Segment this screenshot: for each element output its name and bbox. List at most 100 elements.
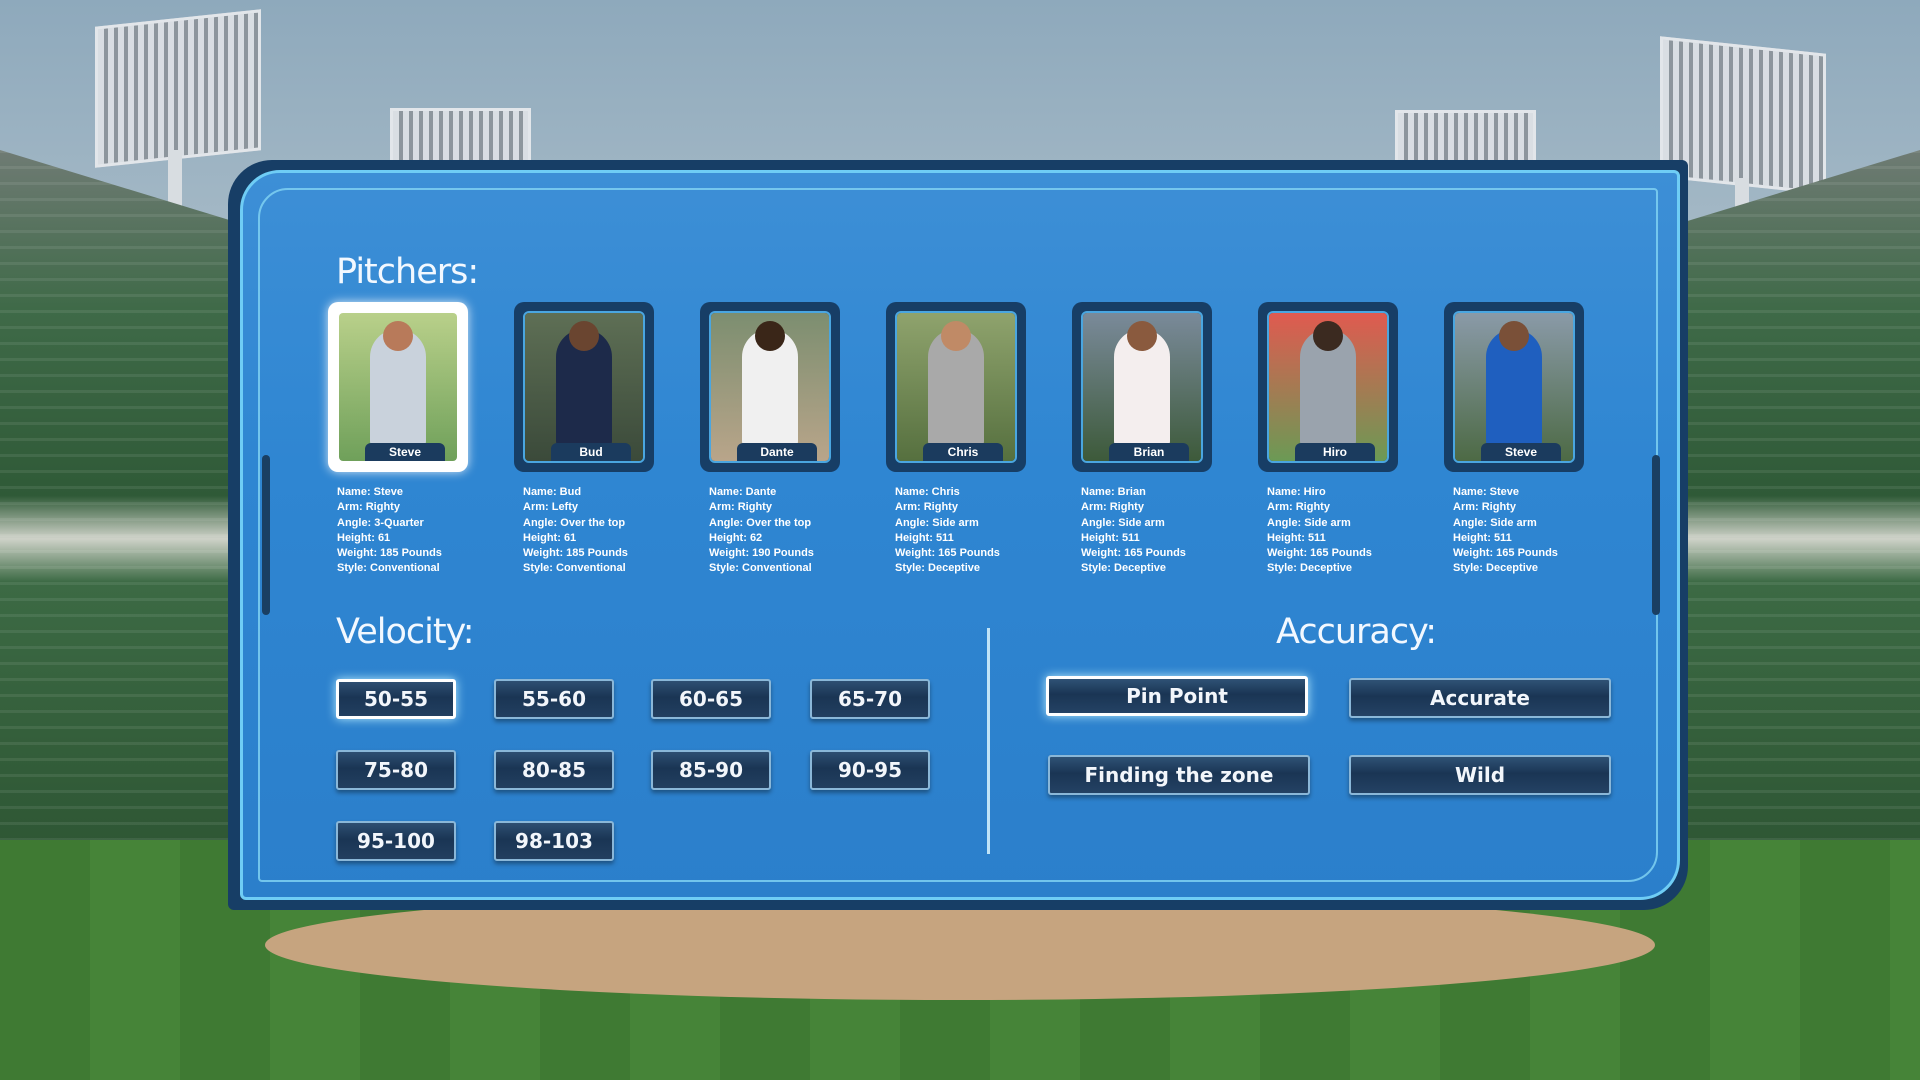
pitcher-name: Name: Bud [523, 486, 582, 498]
pitcher-head-icon [941, 321, 971, 351]
pitcher-weight: Weight: 190 Pounds [709, 547, 814, 560]
velocity-button-80-85[interactable]: 80-85 [494, 750, 614, 790]
pitcher-style: Style: Conventional [337, 562, 440, 575]
pitcher-photo [525, 313, 643, 461]
velocity-button-95-100[interactable]: 95-100 [336, 821, 456, 861]
pitcher-style: Style: Conventional [523, 562, 626, 575]
pitcher-photo-frame: Dante [709, 311, 831, 463]
pitcher-height: Height: 511 [1081, 531, 1140, 544]
panel-side-tab-right [1652, 455, 1660, 615]
pitcher-card-name: Brian [1109, 443, 1189, 461]
pitcher-photo [1269, 313, 1387, 461]
pitcher-card-name: Bud [551, 443, 631, 461]
pitcher-info-6: Name: Hiro Arm: Righty Angle: Side arm Heig… [1267, 485, 1417, 577]
accuracy-button-accurate[interactable]: Accurate [1349, 678, 1611, 718]
pitcher-info-1: Name: Steve Arm: Righty Angle: 3-Quarter He… [337, 485, 487, 577]
pitcher-photo-frame: Bud [523, 311, 645, 463]
pitcher-card-7[interactable]: Steve [1444, 302, 1584, 472]
pitcher-photo [1455, 313, 1573, 461]
pitcher-arm: Arm: Righty [1267, 501, 1330, 514]
pitcher-weight: Weight: 165 Pounds [1267, 547, 1372, 560]
pitcher-photo [339, 313, 457, 461]
pitcher-height: Height: 61 [337, 531, 391, 544]
pitcher-card-name: Dante [737, 443, 817, 461]
velocity-title: Velocity: [336, 612, 475, 652]
stadium-light-icon [95, 9, 261, 168]
pitcher-card-5[interactable]: Brian [1072, 302, 1212, 472]
velocity-button-55-60[interactable]: 55-60 [494, 679, 614, 719]
pitcher-photo [1083, 313, 1201, 461]
pitcher-style: Style: Deceptive [1081, 562, 1166, 575]
velocity-button-50-55[interactable]: 50-55 [336, 679, 456, 719]
pitcher-angle: Angle: Side arm [1267, 516, 1351, 529]
pitcher-photo-frame: Steve [337, 311, 459, 463]
pitcher-name: Name: Steve [1453, 486, 1520, 498]
pitcher-angle: Angle: Side arm [895, 516, 979, 529]
pitcher-card-2[interactable]: Bud [514, 302, 654, 472]
pitcher-arm: Arm: Righty [895, 501, 958, 514]
accuracy-button-wild[interactable]: Wild [1349, 755, 1611, 795]
pitcher-angle: Angle: Over the top [709, 516, 812, 529]
pitcher-card-name: Steve [365, 443, 445, 461]
pitcher-style: Style: Conventional [709, 562, 812, 575]
pitcher-weight: Weight: 165 Pounds [895, 547, 1000, 560]
velocity-button-75-80[interactable]: 75-80 [336, 750, 456, 790]
accuracy-button-finding-the-zone[interactable]: Finding the zone [1048, 755, 1310, 795]
pitcher-weight: Weight: 165 Pounds [1453, 547, 1558, 560]
pitcher-info-2: Name: Bud Arm: Lefty Angle: Over the top He… [523, 485, 673, 577]
pitcher-card-name: Hiro [1295, 443, 1375, 461]
pitcher-height: Height: 511 [895, 531, 954, 544]
pitchers-title: Pitchers: [336, 252, 479, 292]
section-divider [987, 628, 990, 854]
velocity-button-85-90[interactable]: 85-90 [651, 750, 771, 790]
pitcher-height: Height: 511 [1267, 531, 1326, 544]
pitcher-name: Name: Hiro [1267, 486, 1326, 498]
panel-side-tab-left [262, 455, 270, 615]
pitcher-angle: Angle: 3-Quarter [337, 516, 424, 529]
accuracy-title: Accuracy: [1276, 612, 1437, 652]
pitcher-weight: Weight: 185 Pounds [523, 547, 628, 560]
pitcher-name: Name: Brian [1081, 486, 1146, 498]
pitcher-photo-frame: Brian [1081, 311, 1203, 463]
pitcher-info-5: Name: Brian Arm: Righty Angle: Side arm Hei… [1081, 485, 1231, 577]
pitcher-angle: Angle: Side arm [1081, 516, 1165, 529]
pitcher-card-1[interactable]: Steve [328, 302, 468, 472]
pitcher-photo-frame: Chris [895, 311, 1017, 463]
pitcher-weight: Weight: 165 Pounds [1081, 547, 1186, 560]
pitcher-arm: Arm: Righty [1081, 501, 1144, 514]
pitcher-photo [897, 313, 1015, 461]
pitcher-style: Style: Deceptive [1267, 562, 1352, 575]
pitcher-card-4[interactable]: Chris [886, 302, 1026, 472]
velocity-button-90-95[interactable]: 90-95 [810, 750, 930, 790]
pitcher-photo-frame: Hiro [1267, 311, 1389, 463]
pitcher-name: Name: Chris [895, 486, 960, 498]
pitcher-card-name: Steve [1481, 443, 1561, 461]
velocity-button-60-65[interactable]: 60-65 [651, 679, 771, 719]
pitcher-weight: Weight: 185 Pounds [337, 547, 442, 560]
pitcher-head-icon [1499, 321, 1529, 351]
pitcher-name: Name: Dante [709, 486, 777, 498]
pitcher-card-3[interactable]: Dante [700, 302, 840, 472]
pitcher-angle: Angle: Over the top [523, 516, 626, 529]
velocity-button-98-103[interactable]: 98-103 [494, 821, 614, 861]
pitcher-head-icon [1313, 321, 1343, 351]
pitcher-info-4: Name: Chris Arm: Righty Angle: Side arm Hei… [895, 485, 1045, 577]
pitcher-angle: Angle: Side arm [1453, 516, 1537, 529]
pitcher-head-icon [569, 321, 599, 351]
pitcher-name: Name: Steve [337, 486, 404, 498]
pitcher-arm: Arm: Righty [709, 501, 772, 514]
pitcher-card-6[interactable]: Hiro [1258, 302, 1398, 472]
pitcher-style: Style: Deceptive [1453, 562, 1538, 575]
pitcher-arm: Arm: Righty [337, 501, 400, 514]
pitcher-info-7: Name: Steve Arm: Righty Angle: Side arm Hei… [1453, 485, 1603, 577]
pitcher-card-name: Chris [923, 443, 1003, 461]
velocity-button-65-70[interactable]: 65-70 [810, 679, 930, 719]
pitcher-head-icon [1127, 321, 1157, 351]
pitcher-photo [711, 313, 829, 461]
pitcher-arm: Arm: Lefty [523, 501, 579, 514]
pitcher-head-icon [383, 321, 413, 351]
pitcher-style: Style: Deceptive [895, 562, 980, 575]
accuracy-button-pin-point[interactable]: Pin Point [1046, 676, 1308, 716]
pitcher-arm: Arm: Righty [1453, 501, 1516, 514]
pitcher-height: Height: 61 [523, 531, 577, 544]
